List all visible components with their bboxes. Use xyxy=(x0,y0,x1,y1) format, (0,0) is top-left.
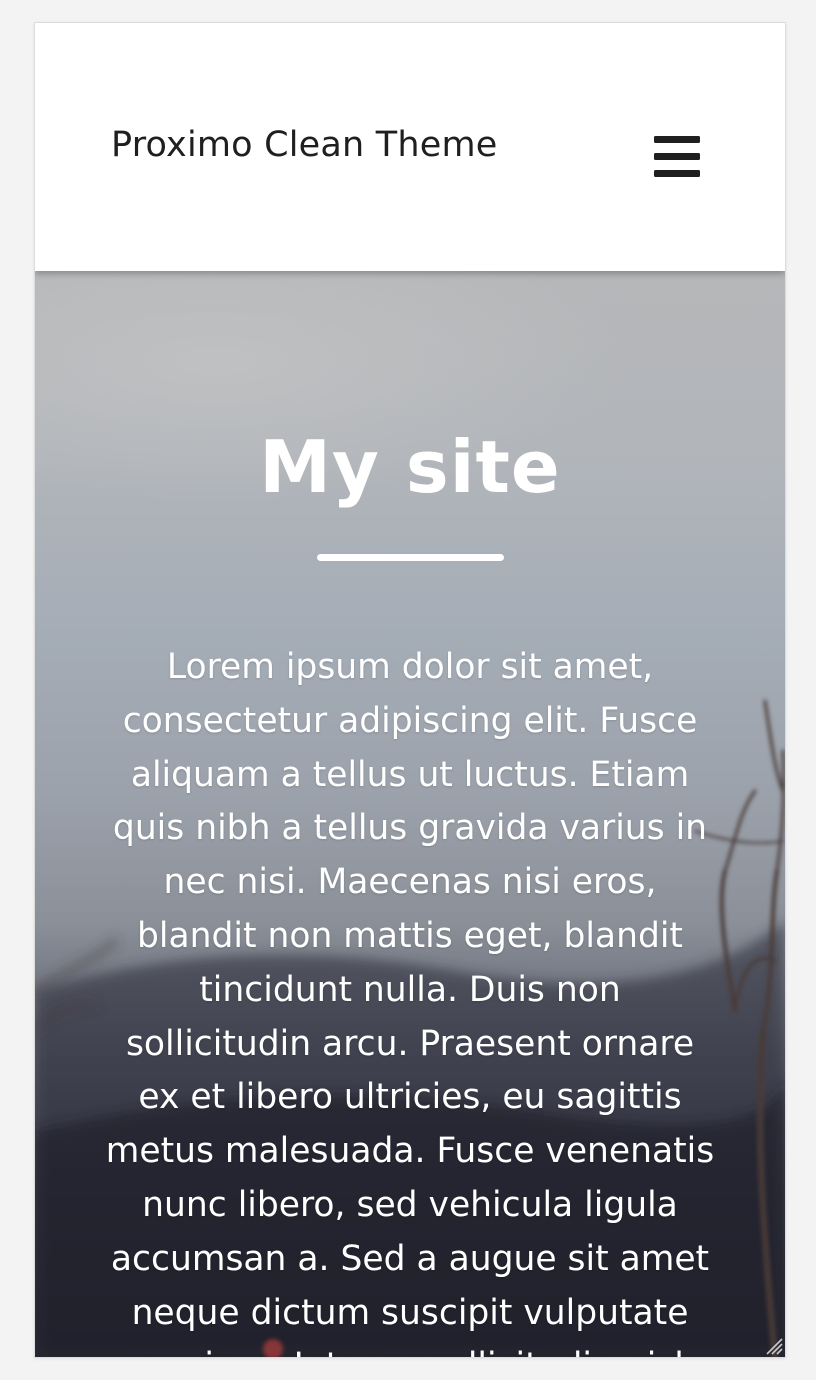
menu-button[interactable] xyxy=(647,131,707,181)
hero-body-text: Lorem ipsum dolor sit amet, consectetur … xyxy=(105,647,715,1357)
hero-section: My site Lorem ipsum dolor sit amet, cons… xyxy=(35,271,785,1357)
hamburger-menu-icon xyxy=(654,136,700,177)
resize-grip-icon[interactable] xyxy=(763,1335,783,1355)
site-header: Proximo Clean Theme xyxy=(35,23,785,271)
hero-title: My site xyxy=(259,425,561,509)
site-title[interactable]: Proximo Clean Theme xyxy=(111,125,498,165)
browser-viewport: Proximo Clean Theme My site Lorem ipsum … xyxy=(34,22,786,1358)
title-divider xyxy=(317,554,504,561)
